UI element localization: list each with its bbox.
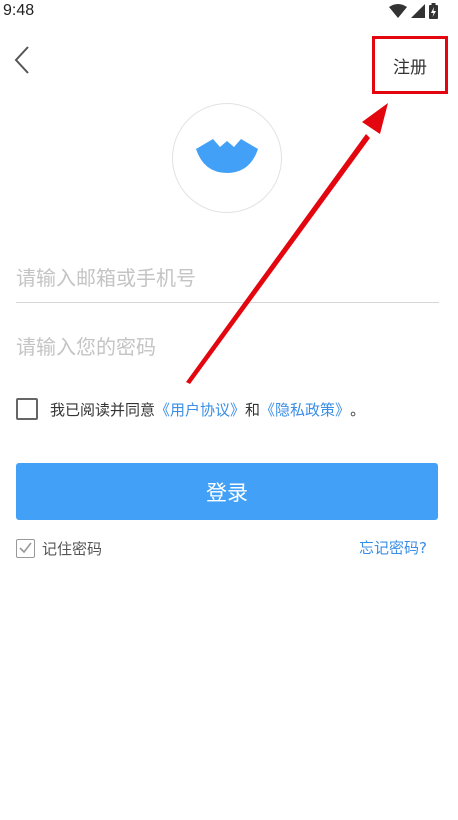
app-logo [172,103,282,213]
checkmark-icon [19,539,32,557]
agreement-row: 我已阅读并同意 《用户协议》 和 《隐私政策》 。 [16,397,365,421]
account-input[interactable] [16,253,439,303]
login-button[interactable]: 登录 [16,463,438,520]
agreement-suffix: 。 [350,400,366,419]
back-button[interactable] [8,44,36,80]
battery-charging-icon [429,3,438,23]
top-bar: 注册 [0,36,458,94]
user-agreement-link[interactable]: 《用户协议》 [155,399,245,420]
register-label: 注册 [393,57,427,78]
agreement-checkbox[interactable] [16,398,38,420]
chevron-left-icon [14,45,30,79]
status-icons [389,3,438,23]
status-time: 9:48 [3,2,35,19]
login-label: 登录 [206,480,248,505]
register-button[interactable]: 注册 [372,36,448,94]
remember-password-label: 记住密码 [42,539,103,558]
status-bar: 9:48 [0,0,458,24]
privacy-policy-link[interactable]: 《隐私政策》 [260,399,350,420]
forgot-password-link[interactable]: 忘记密码? [359,537,427,559]
remember-password-toggle[interactable]: 记住密码 [16,537,102,559]
paper-boat-icon [196,139,258,177]
remember-password-checkbox[interactable] [16,538,35,558]
agreement-conjunction: 和 [245,400,261,419]
wifi-icon [389,3,407,23]
signal-icon [411,3,425,23]
agreement-prefix: 我已阅读并同意 [50,400,156,419]
password-input[interactable] [16,322,439,372]
